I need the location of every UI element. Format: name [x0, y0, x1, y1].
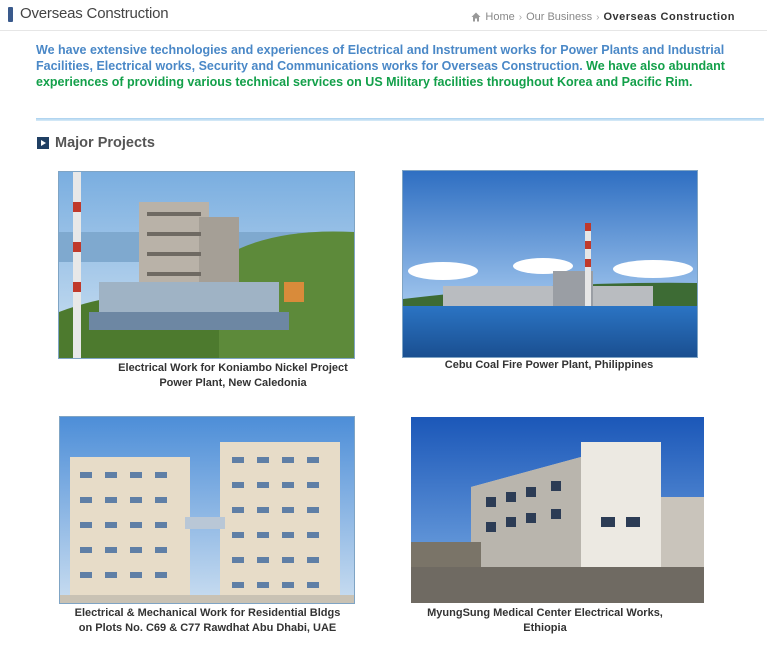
project-photo-abu-dhabi[interactable] — [59, 416, 355, 604]
section-divider — [36, 118, 764, 121]
section-heading: Major Projects — [37, 135, 155, 151]
project-caption-myungsung: MyungSung Medical Center Electrical Work… — [385, 606, 705, 636]
title-marker — [8, 7, 13, 22]
intro-text: We have extensive technologies and exper… — [36, 42, 736, 90]
project-caption-koniambo: Electrical Work for Koniambo Nickel Proj… — [58, 361, 408, 391]
breadcrumb-our-business[interactable]: Our Business — [526, 11, 592, 23]
residential-buildings-image — [60, 417, 354, 603]
breadcrumb-home[interactable]: Home — [485, 11, 514, 23]
caption-line: Power Plant, New Caledonia — [159, 377, 307, 389]
medical-center-image — [411, 417, 704, 603]
project-caption-cebu: Cebu Coal Fire Power Plant, Philippines — [402, 358, 696, 373]
caption-line: Electrical Work for Koniambo Nickel Proj… — [118, 362, 348, 374]
home-icon[interactable] — [471, 12, 481, 22]
header-divider — [0, 30, 767, 31]
page-header: Overseas Construction Home › Our Busines… — [0, 0, 767, 30]
chevron-right-icon: › — [518, 11, 523, 23]
caption-line: Electrical & Mechanical Work for Residen… — [74, 607, 341, 619]
project-photo-myungsung[interactable] — [410, 416, 705, 604]
caption-line: on Plots No. C69 & C77 Rawdhat Abu Dhabi… — [78, 622, 337, 634]
section-title: Major Projects — [55, 135, 155, 151]
project-photo-cebu[interactable] — [402, 170, 698, 358]
caption-line: Ethiopia — [523, 622, 567, 634]
caption-line: Cebu Coal Fire Power Plant, Philippines — [444, 359, 654, 371]
arrow-bullet-icon — [37, 137, 49, 149]
page-title: Overseas Construction — [20, 5, 169, 22]
caption-line: MyungSung Medical Center Electrical Work… — [427, 607, 663, 619]
power-plant-image — [59, 172, 354, 358]
chevron-right-icon: › — [596, 11, 600, 23]
coal-power-plant-image — [403, 171, 697, 357]
project-photo-koniambo[interactable] — [58, 171, 355, 359]
breadcrumb: Home › Our Business › Overseas Construct… — [471, 11, 735, 23]
breadcrumb-current: Overseas Construction — [603, 11, 735, 23]
project-caption-abu-dhabi: Electrical & Mechanical Work for Residen… — [40, 606, 375, 636]
